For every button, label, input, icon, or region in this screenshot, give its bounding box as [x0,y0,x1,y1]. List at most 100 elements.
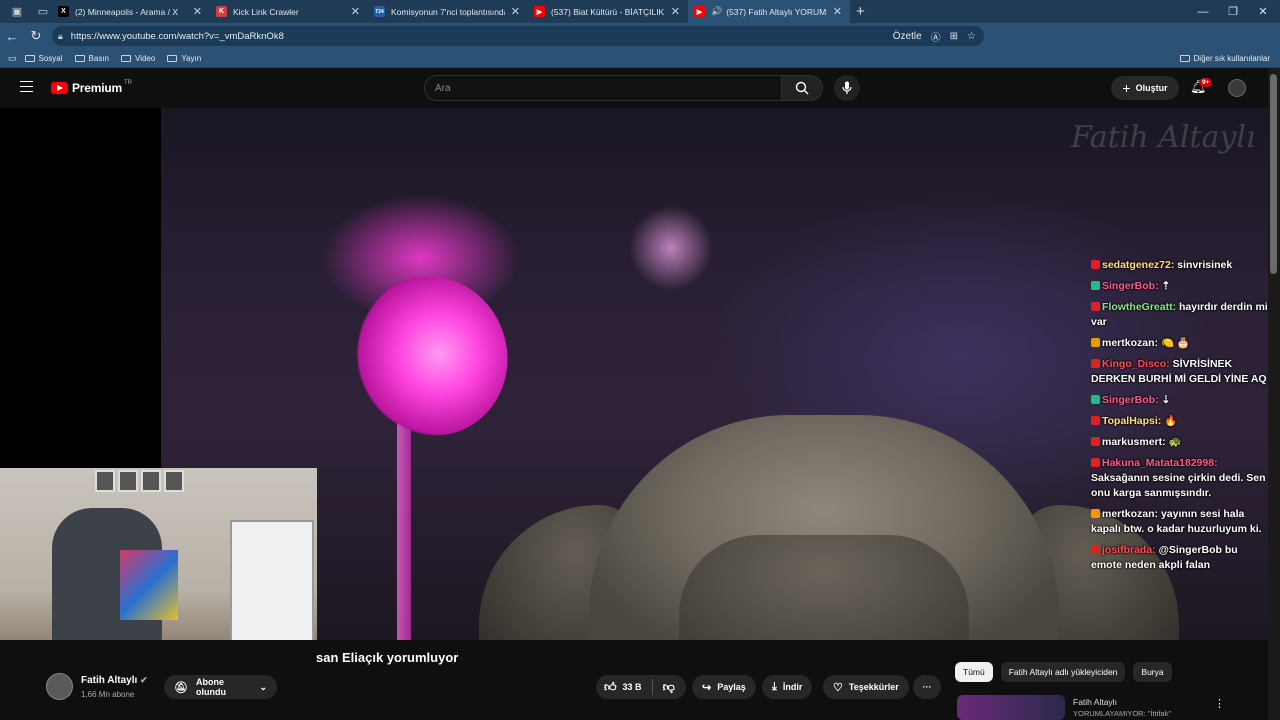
download-label: İndir [782,682,803,692]
speaker-icon[interactable]: 🔊 [711,6,722,17]
new-tab-icon[interactable]: + [856,3,865,20]
more-actions-button[interactable]: ··· [913,675,941,699]
chat-username: TopalHapsi: [1102,415,1162,427]
minimize-icon[interactable]: — [1188,0,1218,23]
divider [651,679,653,695]
other-bookmarks[interactable]: Diğer sık kullanılanlar [1179,54,1270,63]
video-player[interactable]: Fatih Altaylı [0,108,1268,640]
chat-text: ⇣ [1161,394,1171,406]
bookmark-folder[interactable]: Sosyal [24,54,63,63]
tab-actions-icon[interactable]: ▭ [34,5,52,19]
chat-text: Saksağanın sesine çirkin dedi. Sen onu k… [1091,472,1266,499]
close-tab-icon[interactable]: ✕ [511,5,520,18]
summarize-button[interactable]: Özetle [893,31,922,42]
voice-search-button[interactable] [834,75,860,101]
plus-icon: + [1122,80,1131,96]
channel-name[interactable]: Fatih Altaylı ✔ [81,675,148,686]
site-info-icon[interactable]: 🔒︎ [58,31,63,42]
chip-uploader[interactable]: Fatih Altaylı adlı yükleyiciden [1000,662,1126,682]
dislike-icon[interactable]: 👎︎ [663,680,675,695]
youtube-premium-logo[interactable]: Premium TR [51,80,132,95]
bookmark-folder[interactable]: Video [121,54,155,63]
verified-check-icon: ✔ [140,675,148,685]
folder-icon [167,54,178,62]
like-count[interactable]: 33 B [623,682,642,692]
thanks-button[interactable]: ♡ Teşekkürler [823,675,909,699]
create-label: Oluştur [1135,83,1168,93]
favorite-star-icon[interactable]: ☆ [967,31,976,42]
filter-chips: Tümü Fatih Altaylı adlı yükleyiciden Bur… [955,662,1172,682]
account-avatar[interactable] [1228,79,1246,97]
up-next-thumbnail[interactable] [957,695,1065,720]
chat-username: FlowtheGreatt: [1102,301,1177,313]
read-aloud-icon[interactable]: Ⓐ [931,29,941,44]
scrollbar-thumb[interactable] [1270,74,1277,274]
chat-username: mertkozan: [1102,337,1159,349]
up-next-menu-icon[interactable]: ⋮ [1214,697,1225,710]
menu-hamburger-icon[interactable] [20,81,33,92]
t24-favicon-icon: T24 [374,6,385,17]
browser-menu-icon[interactable]: ▣ [8,5,26,19]
bookmarks-menu-icon[interactable]: ▭ [8,53,17,64]
browser-tab[interactable]: T24 Komisyonun 7'nci toplantısında e ✕ [368,0,528,23]
chat-message: mertkozan: yayının sesi hala kapalı btw.… [1091,507,1271,537]
chat-username: mertkozan: [1102,508,1159,520]
browser-tab[interactable]: K Kick Link Crawler ✕ [210,0,368,23]
chip-related[interactable]: Burya [1133,662,1172,682]
chat-badge-icon [1091,437,1100,446]
chat-badge-icon [1091,260,1100,269]
browser-tab[interactable]: ▶ (537) Biat Kültürü - BİATÇILIK - Yo ✕ [528,0,688,23]
subscribed-label: Abone olundu [195,677,226,697]
thanks-heart-icon: ♡ [833,681,843,694]
split-screen-icon[interactable]: ⊞ [950,31,958,42]
url-field[interactable]: 🔒︎ https://www.youtube.com/watch?v=_vmDa… [52,26,984,46]
chat-message: sedatgenez72: sinvrisinek [1091,258,1271,273]
chat-badge-icon [1091,359,1100,368]
search-button[interactable] [781,75,823,101]
webcam-overlay [0,468,317,640]
like-icon[interactable]: 👍︎ [604,680,617,695]
youtube-favicon-icon: ▶ [534,6,545,17]
channel-watermark: Fatih Altaylı [1071,120,1256,155]
refresh-icon[interactable]: ↻ [24,28,48,44]
chat-message: mertkozan: 🍋 🎂 [1091,336,1271,351]
tab-title: (537) Fatih Altaylı YORUMLA [726,6,827,17]
subscribed-button[interactable]: 🔕︎ Abone olundu ⌄ [164,675,277,699]
close-tab-icon[interactable]: ✕ [351,5,360,18]
restore-icon[interactable]: ❐ [1218,0,1248,23]
browser-tab[interactable]: X (2) Minneapolis - Arama / X ✕ [52,0,210,23]
chat-text: 🐢 [1168,436,1182,448]
folder-icon [24,54,35,62]
url-text: https://www.youtube.com/watch?v=_vmDaRkn… [70,30,284,42]
chat-username: SingerBob: [1102,280,1159,292]
create-button[interactable]: + Oluştur [1111,76,1179,100]
bookmark-folder[interactable]: Basın [74,54,109,63]
channel-name-text: Fatih Altaylı [81,675,138,686]
search-input[interactable]: Ara [424,75,782,101]
notification-badge: 9+ [1199,78,1213,87]
tab-title: (2) Minneapolis - Arama / X [75,6,178,17]
share-label: Paylaş [717,682,746,692]
up-next-title[interactable]: YORUMLAYAMIYOR: "İttifak" [1073,709,1171,718]
back-icon[interactable]: ← [0,29,24,44]
chat-badge-icon [1091,545,1100,554]
chat-message: TopalHapsi: 🔥 [1091,414,1271,429]
chat-message: Kingo_Disco: SİVRİSİNEK DERKEN BURHİ Mİ … [1091,357,1271,387]
download-button[interactable]: ⤓ İndir [762,675,813,699]
close-tab-icon[interactable]: ✕ [833,5,842,18]
thanks-label: Teşekkürler [848,682,899,692]
share-button[interactable]: ↪ Paylaş [692,675,756,699]
search-icon [795,81,809,95]
studio-chair [479,415,1179,640]
bookmark-folder[interactable]: Yayın [167,54,201,63]
chip-all[interactable]: Tümü [955,662,993,682]
close-window-icon[interactable]: ✕ [1248,0,1278,23]
more-icon: ··· [922,682,932,692]
search-placeholder: Ara [435,82,451,94]
channel-avatar[interactable] [46,673,73,700]
browser-tab-active[interactable]: ▶ 🔊 (537) Fatih Altaylı YORUMLA ✕ [688,0,850,23]
close-tab-icon[interactable]: ✕ [193,5,202,18]
chat-message: josifbrada: @SingerBob bu emote neden ak… [1091,543,1271,573]
close-tab-icon[interactable]: ✕ [671,5,680,18]
chat-text: sinvrisinek [1177,259,1233,271]
